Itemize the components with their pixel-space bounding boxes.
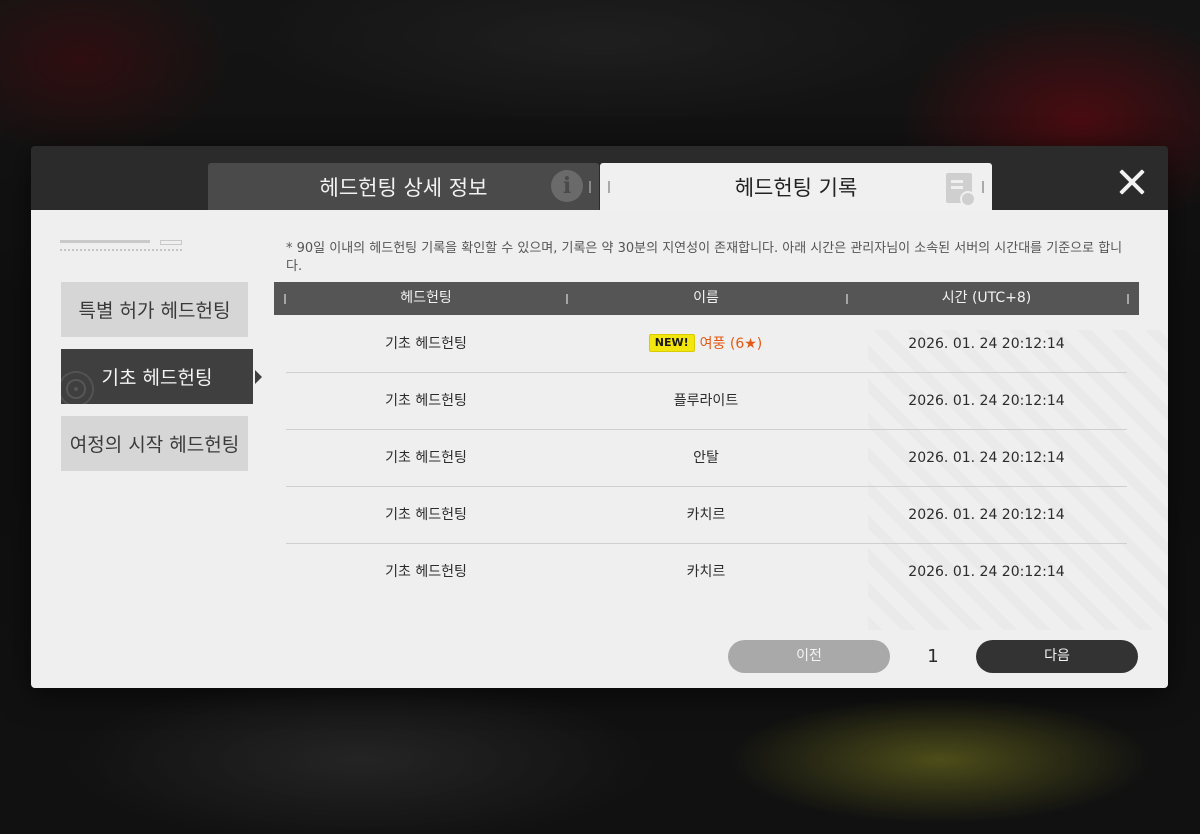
cell-headhunting-type: 기초 헤드헌팅 bbox=[385, 393, 467, 409]
cell-time: 2026. 01. 24 20:12:14 bbox=[908, 450, 1065, 466]
document-icon bbox=[946, 173, 976, 207]
cell-time: 2026. 01. 24 20:12:14 bbox=[908, 564, 1065, 580]
cell-operator-name: NEW! 여풍 (6★) bbox=[566, 316, 846, 373]
decorative-header-lines bbox=[60, 240, 182, 251]
page-number: 1 bbox=[927, 646, 939, 667]
column-header-headhunting: 헤드헌팅 bbox=[400, 290, 452, 306]
cell-headhunting-type: 기초 헤드헌팅 bbox=[385, 450, 467, 466]
cell-headhunting-type: 기초 헤드헌팅 bbox=[385, 336, 467, 352]
cell-operator-name: 플루라이트 bbox=[673, 393, 739, 409]
table-row: 기초 헤드헌팅 플루라이트 2026. 01. 24 20:12:14 bbox=[286, 373, 1127, 430]
tab-headhunting-record[interactable]: 헤드헌팅 기록 bbox=[600, 163, 992, 214]
cell-time: 2026. 01. 24 20:12:14 bbox=[908, 336, 1065, 352]
cell-operator-name: 카치르 bbox=[686, 507, 726, 523]
tab-headhunting-details[interactable]: 헤드헌팅 상세 정보 i bbox=[208, 163, 599, 210]
operator-name-new: 여풍 (6★) bbox=[699, 336, 763, 352]
dialog-header: 헤드헌팅 상세 정보 i 헤드헌팅 기록 bbox=[31, 146, 1168, 214]
table-row: 기초 헤드헌팅 NEW! 여풍 (6★) 2026. 01. 24 20:12:1… bbox=[286, 316, 1127, 373]
header-divider bbox=[1127, 294, 1129, 304]
cell-time: 2026. 01. 24 20:12:14 bbox=[908, 507, 1065, 523]
cell-headhunting-type: 기초 헤드헌팅 bbox=[385, 564, 467, 580]
next-page-button[interactable]: 다음 bbox=[976, 640, 1138, 673]
tab-detail-label: 헤드헌팅 상세 정보 bbox=[319, 175, 488, 200]
nav-item-label: 특별 허가 헤드헌팅 bbox=[78, 300, 231, 322]
new-badge: NEW! bbox=[649, 335, 694, 351]
table-row: 기초 헤드헌팅 카치르 2026. 01. 24 20:12:14 bbox=[286, 544, 1127, 601]
nav-item-special-permit-headhunting[interactable]: 특별 허가 헤드헌팅 bbox=[61, 282, 248, 337]
info-icon: i bbox=[551, 170, 583, 202]
prev-page-button[interactable]: 이전 bbox=[728, 640, 890, 673]
column-header-name: 이름 bbox=[693, 290, 719, 306]
tab-divider bbox=[608, 181, 610, 193]
cell-headhunting-type: 기초 헤드헌팅 bbox=[385, 507, 467, 523]
cell-time: 2026. 01. 24 20:12:14 bbox=[908, 393, 1065, 409]
record-notice-text: * 90일 이내의 헤드헌팅 기록을 확인할 수 있으며, 기록은 약 30분의… bbox=[286, 241, 1123, 274]
cell-operator-name: 안탈 bbox=[693, 450, 719, 466]
tab-divider bbox=[982, 181, 984, 193]
cell-operator-name: 카치르 bbox=[686, 564, 726, 580]
headhunting-dialog: 헤드헌팅 상세 정보 i 헤드헌팅 기록 특별 허가 헤드헌팅 기초 헤드헌팅 … bbox=[31, 146, 1168, 688]
table-row: 기초 헤드헌팅 안탈 2026. 01. 24 20:12:14 bbox=[286, 430, 1127, 487]
tab-record-label: 헤드헌팅 기록 bbox=[735, 172, 857, 214]
column-header-time: 시간 (UTC+8) bbox=[941, 290, 1032, 306]
nav-item-label: 여정의 시작 헤드헌팅 bbox=[69, 434, 240, 456]
nav-item-basic-headhunting[interactable]: 기초 헤드헌팅 bbox=[61, 349, 262, 404]
close-icon[interactable] bbox=[1118, 168, 1146, 196]
nav-item-journey-start-headhunting[interactable]: 여정의 시작 헤드헌팅 bbox=[61, 416, 248, 471]
table-row: 기초 헤드헌팅 카치르 2026. 01. 24 20:12:14 bbox=[286, 487, 1127, 544]
tab-divider bbox=[589, 181, 591, 193]
table-header: 헤드헌팅 이름 시간 (UTC+8) bbox=[274, 282, 1139, 315]
dialog-body: 특별 허가 헤드헌팅 기초 헤드헌팅 여정의 시작 헤드헌팅 * 90일 이내의… bbox=[31, 210, 1168, 688]
nav-item-label: 기초 헤드헌팅 bbox=[101, 367, 213, 389]
